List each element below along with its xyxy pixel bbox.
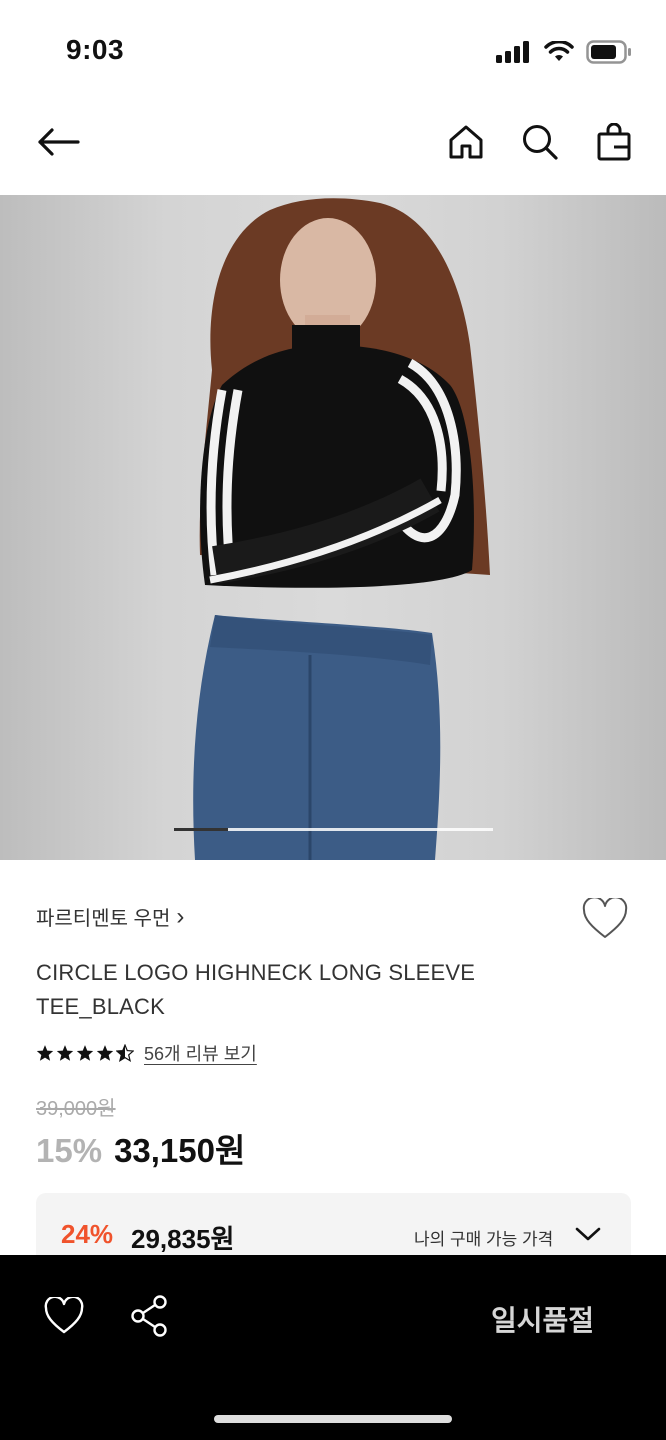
sale-price: 33,150원 xyxy=(114,1132,246,1169)
home-icon xyxy=(449,125,483,159)
brand-name: 파르티멘토 우먼 xyxy=(36,908,171,930)
model-photo xyxy=(193,198,490,860)
chevron-down-icon xyxy=(575,1227,601,1241)
star-half-icon xyxy=(116,1044,134,1062)
star-icon xyxy=(36,1045,54,1061)
bottom-wishlist-button[interactable] xyxy=(44,1295,84,1335)
carousel-progress-thumb xyxy=(174,828,229,831)
top-nav xyxy=(0,100,666,195)
heart-outline-icon xyxy=(44,1295,84,1334)
benefit-label: 나의 구매 가능 가격 xyxy=(414,1230,554,1249)
wifi-icon xyxy=(544,41,574,61)
nav-actions xyxy=(444,120,636,164)
share-icon xyxy=(131,1295,167,1337)
search-button[interactable] xyxy=(518,120,562,164)
star-rating xyxy=(36,1044,134,1062)
back-button[interactable] xyxy=(30,120,86,164)
arrow-left-icon xyxy=(38,128,80,156)
sold-out-status: 일시품절 xyxy=(490,1305,594,1336)
home-button[interactable] xyxy=(444,120,488,164)
battery-icon xyxy=(586,40,631,64)
star-icon xyxy=(76,1045,94,1061)
status-icons xyxy=(496,40,632,64)
search-icon xyxy=(523,125,558,160)
cart-button[interactable] xyxy=(592,120,636,164)
status-time: 9:03 xyxy=(66,34,125,65)
benefit-price: 29,835원 xyxy=(131,1224,235,1254)
product-image[interactable] xyxy=(0,195,666,860)
bottom-action-bar: 일시품절 xyxy=(0,1255,666,1440)
wishlist-button[interactable] xyxy=(582,896,628,940)
benefit-discount-rate: 24% xyxy=(61,1219,114,1249)
star-icon xyxy=(56,1045,74,1061)
product-title: CIRCLE LOGO HIGHNECK LONG SLEEVE TEE_BLA… xyxy=(36,960,476,1019)
brand-link[interactable]: 파르티멘토 우먼 › xyxy=(36,902,184,931)
price-row: 15% 33,150원 xyxy=(36,1124,245,1172)
discount-rate: 15% xyxy=(36,1132,103,1169)
original-price: 39,000원 xyxy=(36,1098,116,1120)
heart-outline-icon xyxy=(582,896,628,938)
home-indicator xyxy=(214,1415,452,1423)
star-icon xyxy=(96,1045,114,1061)
carousel-progress xyxy=(174,828,493,831)
status-bar: 9:03 xyxy=(0,0,666,100)
review-link[interactable]: 56개 리뷰 보기 xyxy=(144,1040,257,1066)
signal-icon xyxy=(496,41,529,63)
share-button[interactable] xyxy=(130,1295,170,1337)
rating-row: 56개 리뷰 보기 xyxy=(36,1040,257,1066)
shopping-bag-icon xyxy=(597,123,631,161)
chevron-right-icon: › xyxy=(176,902,185,930)
